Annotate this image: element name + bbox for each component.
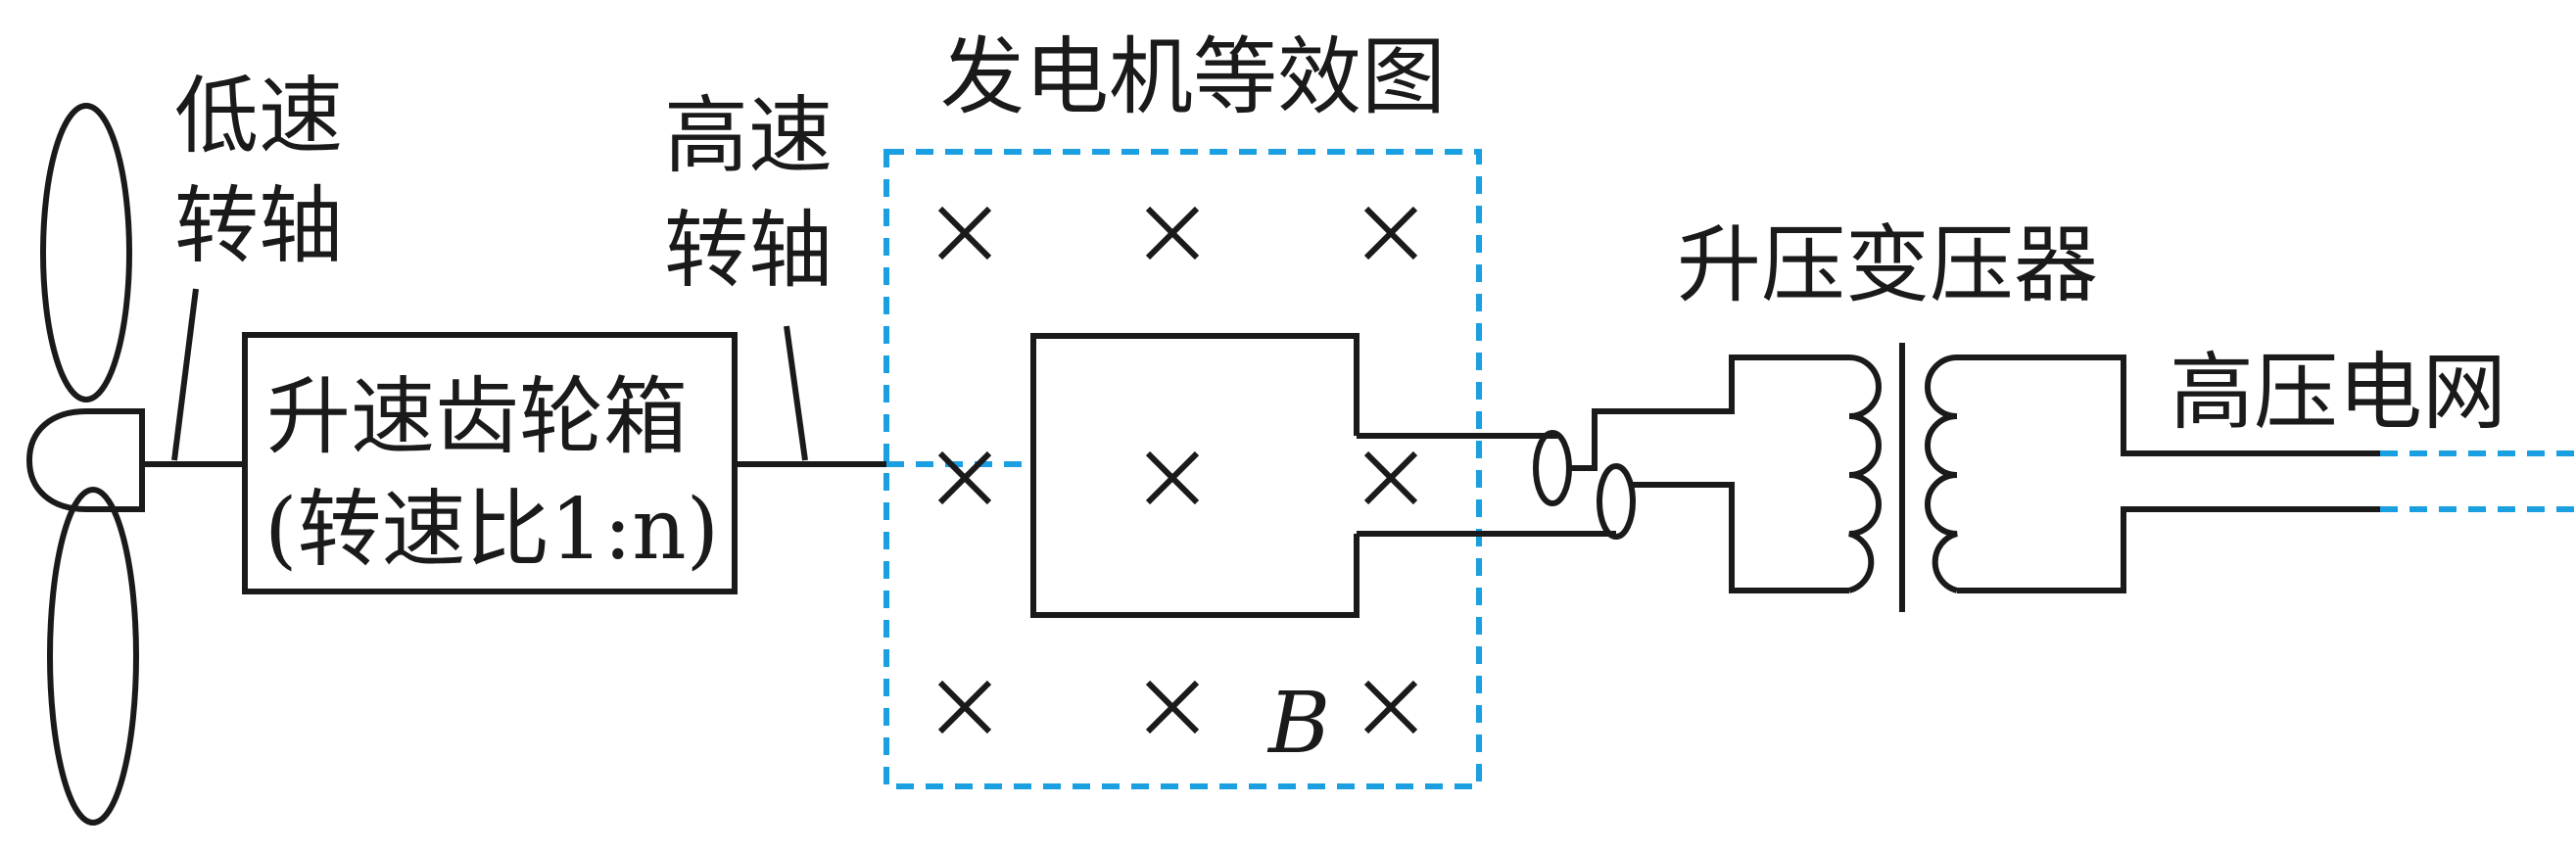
field-x-mark [1145, 206, 1200, 260]
wind-generator-diagram: 低速 转轴 升速齿轮箱 (转速比1:n) 高速 转轴 发电机等效图 B 升压变压… [0, 0, 2576, 852]
generator-coil [1030, 333, 1360, 618]
slip-ring-2 [1597, 463, 1636, 540]
field-x-mark [1363, 206, 1418, 260]
high-speed-shaft-pointer [784, 325, 808, 461]
field-x-mark [1363, 450, 1418, 505]
primary-lead-lower [1633, 482, 1849, 593]
field-x-mark [937, 206, 992, 260]
secondary-lead-lower [1957, 506, 2380, 593]
gearbox-ratio-text: (转速比1:n) [264, 481, 719, 579]
field-x-mark [937, 450, 992, 505]
primary-lead-upper [1569, 355, 1849, 471]
primary-winding [1848, 355, 1882, 593]
low-speed-shaft-label-line2: 转轴 [174, 177, 343, 275]
magnetic-field-symbol: B [1266, 675, 1330, 773]
gearbox-ratio-label: (转速比1:n) [264, 481, 719, 579]
field-x-mark [937, 680, 992, 734]
generator-equivalent-title: 发电机等效图 [940, 28, 1446, 126]
upper-blade [40, 103, 132, 402]
secondary-winding [1925, 355, 1958, 593]
high-voltage-grid-label: 高压电网 [2170, 344, 2506, 442]
magnetic-field-marks [937, 206, 1418, 734]
field-x-mark [1145, 680, 1200, 734]
field-x-mark [1145, 450, 1200, 505]
gearbox-label: 升速齿轮箱 [266, 368, 688, 466]
transformer-label: 升压变压器 [1677, 216, 2098, 314]
slip-ring-1 [1533, 430, 1572, 506]
low-speed-shaft-label-line1: 低速 [174, 68, 343, 166]
field-x-mark [1363, 680, 1418, 734]
turbine-rotor [25, 103, 145, 826]
low-speed-shaft-pointer [171, 288, 199, 461]
high-speed-shaft-label-line1: 高速 [664, 87, 833, 185]
lower-blade [47, 487, 139, 826]
high-speed-shaft-label-line2: 转轴 [664, 202, 833, 300]
